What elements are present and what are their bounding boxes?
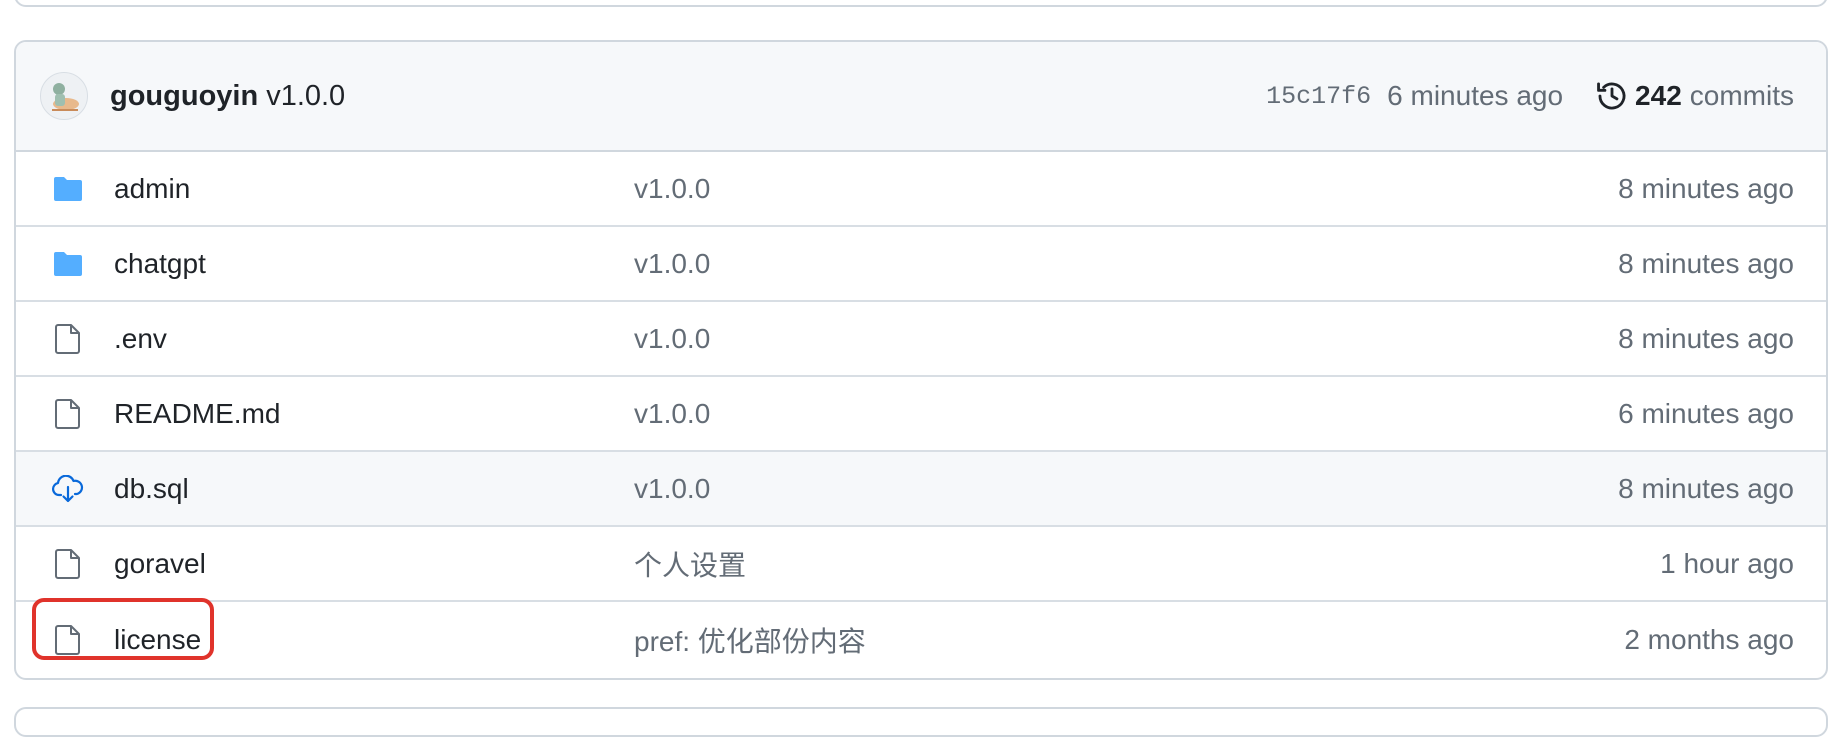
commit-sha[interactable]: 15c17f6	[1266, 82, 1371, 111]
file-age: 2 months ago	[1624, 623, 1794, 655]
folder-icon	[54, 251, 82, 276]
file-name[interactable]: goravel	[114, 548, 634, 580]
file-age: 6 minutes ago	[1618, 397, 1794, 429]
file-row[interactable]: goravel 个人设置 1 hour ago	[16, 527, 1826, 602]
file-commit-message[interactable]: v1.0.0	[634, 248, 1618, 280]
file-name[interactable]: chatgpt	[114, 248, 634, 280]
avatar[interactable]	[40, 72, 88, 120]
latest-commit-bar: gouguoyin v1.0.0 15c17f6 6 minutes ago 2…	[16, 42, 1826, 152]
file-row[interactable]: chatgpt v1.0.0 8 minutes ago	[16, 227, 1826, 302]
file-row[interactable]: README.md v1.0.0 6 minutes ago	[16, 377, 1826, 452]
next-panel	[14, 707, 1828, 737]
file-age: 1 hour ago	[1660, 547, 1794, 579]
file-commit-message[interactable]: v1.0.0	[634, 323, 1618, 355]
file-name[interactable]: admin	[114, 173, 634, 205]
file-name[interactable]: db.sql	[114, 473, 634, 505]
file-commit-message[interactable]: 个人设置	[634, 544, 1660, 584]
file-commit-message[interactable]: v1.0.0	[634, 473, 1618, 505]
file-browser: gouguoyin v1.0.0 15c17f6 6 minutes ago 2…	[14, 40, 1828, 680]
commit-count: 242	[1635, 80, 1682, 111]
file-name[interactable]: README.md	[114, 398, 634, 430]
file-row[interactable]: license pref: 优化部份内容 2 months ago	[16, 598, 1826, 677]
avatar-image	[52, 83, 79, 111]
file-name[interactable]: .env	[114, 323, 634, 355]
history-icon	[1597, 82, 1626, 110]
commits-link[interactable]: 242 commits	[1595, 79, 1794, 113]
file-commit-message[interactable]: v1.0.0	[634, 398, 1618, 430]
previous-panel	[14, 0, 1828, 7]
file-icon	[55, 398, 80, 429]
file-row[interactable]: admin v1.0.0 8 minutes ago	[16, 152, 1826, 227]
file-icon	[55, 548, 80, 579]
file-commit-message[interactable]: v1.0.0	[634, 173, 1618, 205]
file-commit-message[interactable]: pref: 优化部份内容	[634, 620, 1624, 660]
file-age: 8 minutes ago	[1618, 472, 1794, 504]
file-age: 8 minutes ago	[1618, 172, 1794, 204]
file-row[interactable]: db.sql v1.0.0 8 minutes ago	[16, 452, 1826, 527]
cloud-download-icon	[52, 474, 84, 502]
highlight-annotation	[32, 598, 214, 660]
commits-label: commits	[1689, 80, 1794, 111]
file-age: 8 minutes ago	[1618, 247, 1794, 279]
folder-icon	[54, 176, 82, 201]
file-age: 8 minutes ago	[1618, 322, 1794, 354]
commit-message[interactable]: v1.0.0	[266, 80, 345, 113]
file-row[interactable]: .env v1.0.0 8 minutes ago	[16, 302, 1826, 377]
commit-author[interactable]: gouguoyin	[110, 80, 258, 113]
commit-time: 6 minutes ago	[1387, 80, 1564, 111]
file-icon	[55, 323, 80, 354]
